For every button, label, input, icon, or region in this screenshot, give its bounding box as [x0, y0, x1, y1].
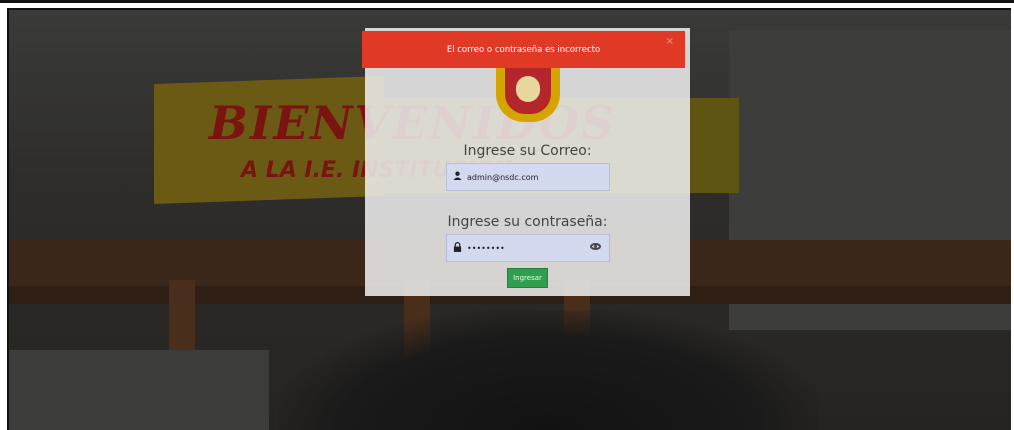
login-modal: Ingrese su Correo: Ingrese su contraseña… — [365, 28, 690, 296]
password-input[interactable] — [465, 243, 587, 253]
top-border — [0, 0, 1014, 3]
email-input[interactable] — [465, 172, 587, 182]
email-label: Ingrese su Correo: — [463, 143, 592, 159]
alert-message: El correo o contraseña es incorrecto — [446, 44, 601, 55]
submit-button[interactable]: Ingresar — [507, 268, 548, 288]
low-wall — [9, 350, 269, 430]
password-label: Ingrese su contraseña: — [447, 214, 608, 230]
lock-icon — [453, 241, 465, 255]
user-icon — [453, 171, 465, 183]
eye-icon[interactable] — [590, 243, 601, 250]
error-alert: El correo o contraseña es incorrecto × — [362, 31, 685, 68]
close-icon[interactable]: × — [666, 36, 674, 47]
students-silhouettes — [279, 310, 819, 430]
email-field-wrapper[interactable] — [446, 163, 610, 191]
password-field-wrapper[interactable] — [446, 234, 610, 262]
